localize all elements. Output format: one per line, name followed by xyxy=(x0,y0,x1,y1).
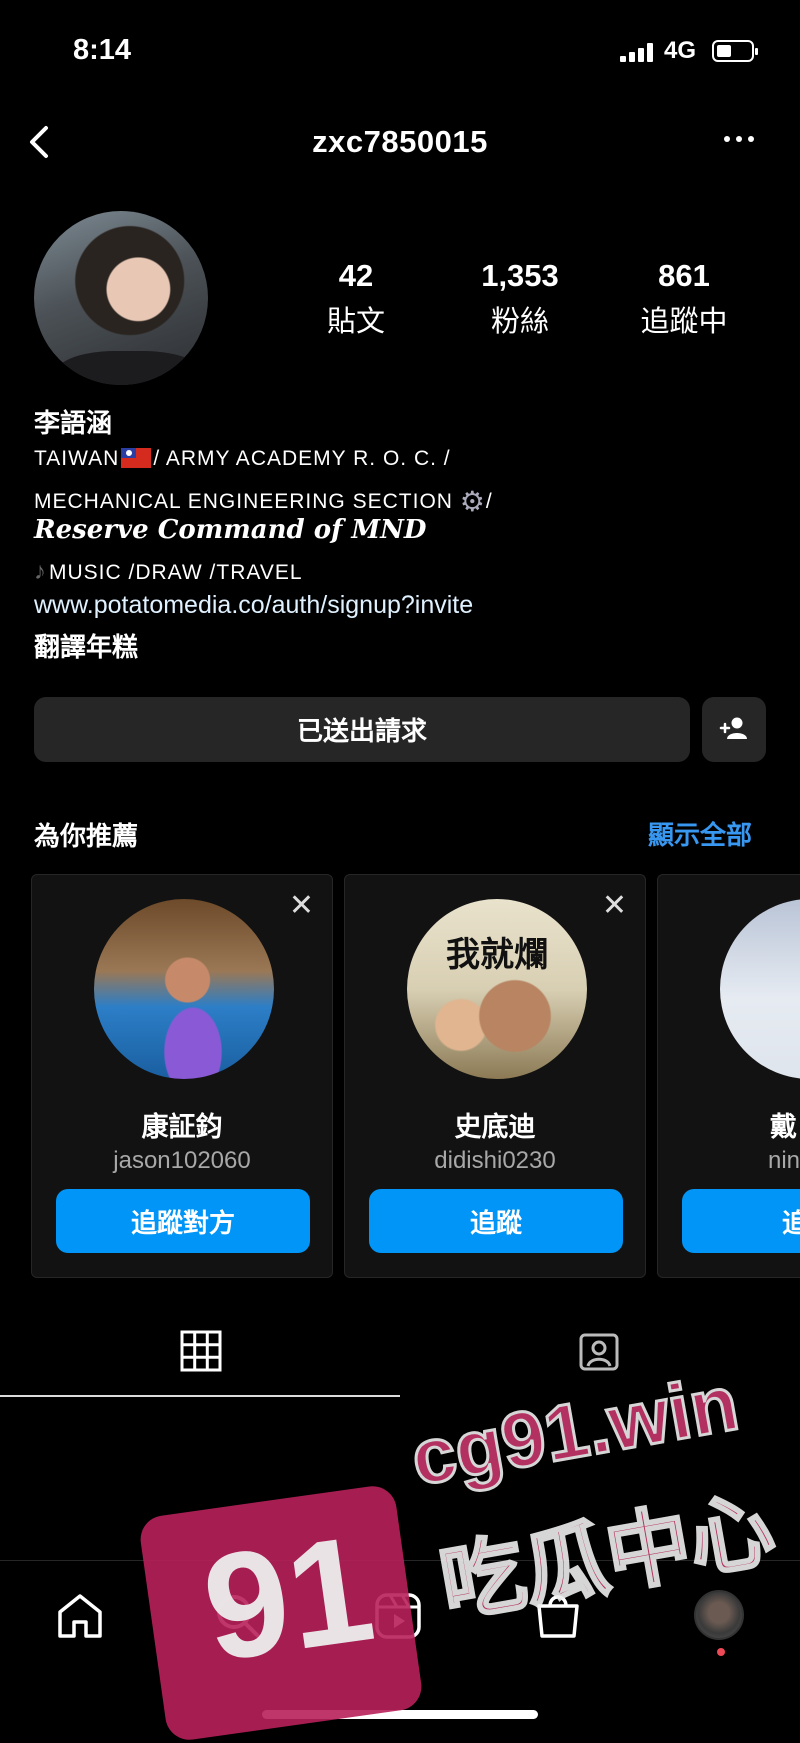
status-time: 8:14 xyxy=(73,34,132,66)
battery-icon xyxy=(712,40,758,62)
suggestion-avatar[interactable]: 我就爛 xyxy=(407,899,587,1079)
more-options-icon[interactable] xyxy=(724,136,754,142)
avatar-caption: 我就爛 xyxy=(446,935,548,975)
profile-username: zxc7850015 xyxy=(312,124,488,159)
bio-line-4-text: MUSIC /DRAW /TRAVEL xyxy=(49,561,303,584)
suggestion-name: 戴 xyxy=(770,1112,797,1142)
requested-button[interactable]: 已送出請求 xyxy=(34,697,690,762)
suggestion-name: 史底迪 xyxy=(454,1112,536,1142)
posts-count: 42 xyxy=(338,258,374,293)
bio-line-3: Reserve Command of MND xyxy=(34,515,427,545)
bio-line-1-a: TAIWAN xyxy=(34,447,120,470)
network-label: 4G xyxy=(664,37,697,64)
suggestion-name: 康証鈞 xyxy=(141,1112,223,1142)
bio-line-2: MECHANICAL ENGINEERING SECTION ⚙/ xyxy=(34,485,493,518)
music-note-icon: ♪ xyxy=(34,558,47,585)
follow-button[interactable]: 追蹤 xyxy=(369,1189,623,1253)
following-stat[interactable]: 861 追蹤中 xyxy=(604,258,764,340)
suggestion-avatar[interactable] xyxy=(94,899,274,1079)
suggestion-card[interactable]: ✕ 我就爛 史底迪 didishi0230 追蹤 xyxy=(344,874,646,1278)
suggestions-title: 為你推薦 xyxy=(34,821,139,851)
add-person-icon xyxy=(719,717,747,739)
suggestion-handle: didishi0230 xyxy=(434,1147,556,1174)
taiwan-flag-icon xyxy=(121,448,152,468)
posts-stat[interactable]: 42 貼文 xyxy=(276,258,436,340)
home-icon[interactable] xyxy=(54,1590,106,1642)
profile-nav-avatar[interactable] xyxy=(694,1590,744,1640)
followers-label: 粉絲 xyxy=(490,306,549,338)
follow-back-button[interactable]: 追蹤對方 xyxy=(56,1189,310,1253)
gear-icon: ⚙ xyxy=(459,486,486,517)
tagged-tab-icon[interactable] xyxy=(578,1330,620,1372)
posts-label: 貼文 xyxy=(326,306,385,338)
notification-dot xyxy=(717,1648,725,1656)
bio-line-2-a: MECHANICAL ENGINEERING SECTION xyxy=(34,490,460,513)
bio-link[interactable]: www.potatomedia.co/auth/signup?invite xyxy=(34,591,473,620)
follow-button[interactable]: 追 xyxy=(682,1189,800,1253)
active-tab-indicator xyxy=(0,1395,400,1397)
bio-line-1: TAIWAN / ARMY ACADEMY R. O. C. / xyxy=(34,447,451,471)
suggestion-avatar[interactable] xyxy=(720,899,800,1079)
suggestion-handle: jason102060 xyxy=(113,1147,251,1174)
followers-count: 1,353 xyxy=(481,258,559,293)
close-icon[interactable]: ✕ xyxy=(289,891,314,921)
suggest-people-button[interactable] xyxy=(702,697,766,762)
profile-avatar[interactable] xyxy=(34,211,208,385)
followers-stat[interactable]: 1,353 粉絲 xyxy=(440,258,600,340)
suggestion-card[interactable]: ✕ 康証鈞 jason102060 追蹤對方 xyxy=(31,874,333,1278)
close-icon[interactable]: ✕ xyxy=(602,891,627,921)
profile-full-name: 李語涵 xyxy=(34,408,113,438)
signal-icon xyxy=(620,42,653,62)
grid-tab-icon[interactable] xyxy=(180,1330,222,1372)
bio-line-6: 翻譯年糕 xyxy=(34,632,139,662)
following-label: 追蹤中 xyxy=(640,306,728,338)
bio-line-4: ♪MUSIC /DRAW /TRAVEL xyxy=(34,558,303,586)
watermark-number: 91 xyxy=(194,1503,383,1693)
bio-line-2-b: / xyxy=(485,490,493,513)
suggestion-card[interactable]: 戴 ning 追 xyxy=(657,874,800,1278)
see-all-link[interactable]: 顯示全部 xyxy=(648,815,752,852)
bio-line-1-b: / ARMY ACADEMY R. O. C. / xyxy=(153,447,451,470)
following-count: 861 xyxy=(658,258,710,293)
suggestion-handle: ning xyxy=(768,1147,800,1174)
